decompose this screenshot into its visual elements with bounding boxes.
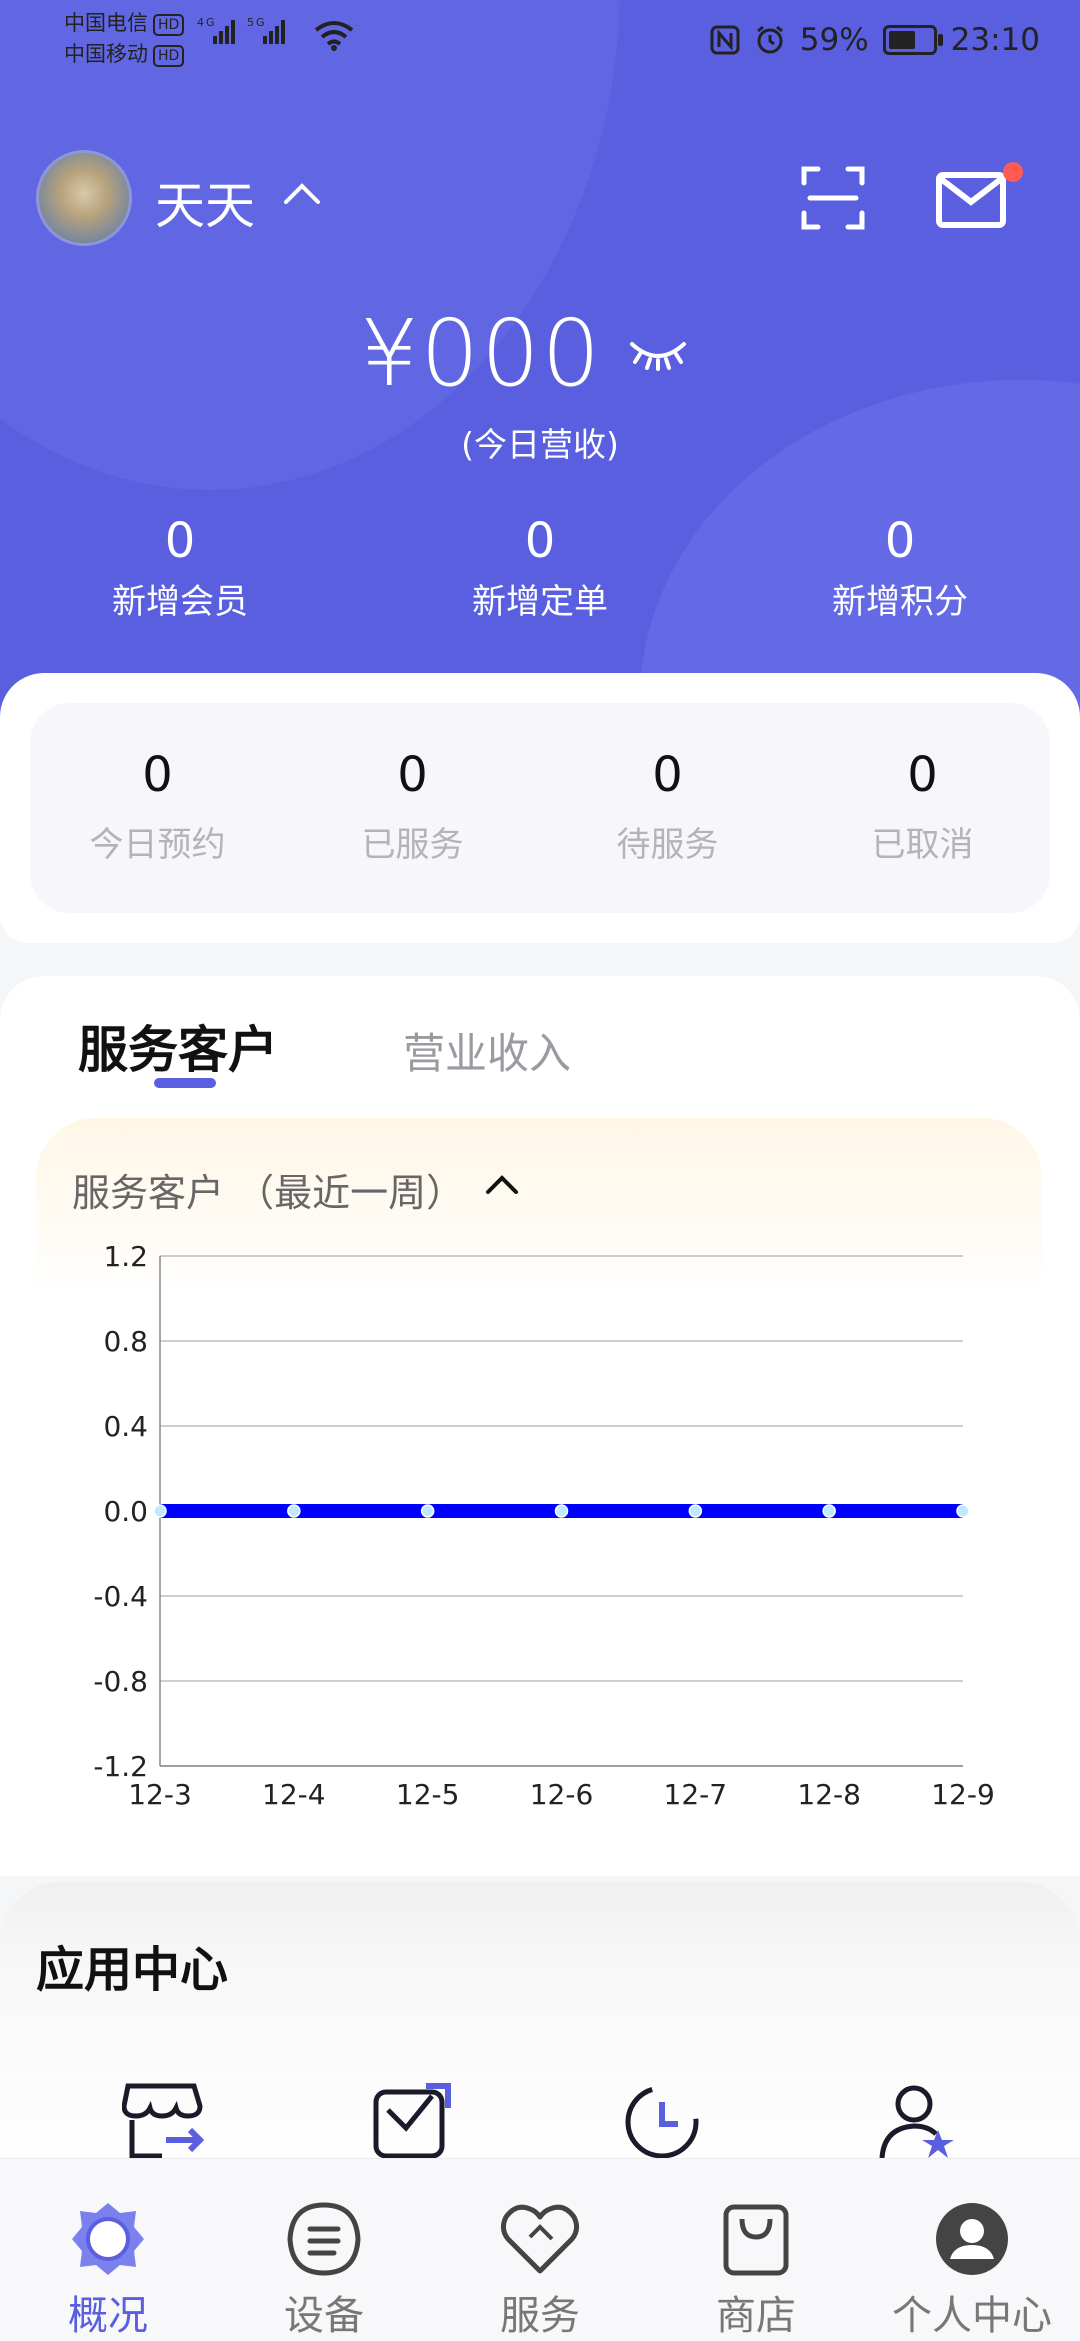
appointment-label: 待服务 — [616, 825, 719, 865]
appointment-served[interactable]: 0 已服务 — [285, 703, 540, 913]
x-tick-label: 12-9 — [931, 1778, 995, 1811]
y-tick-label: -0.4 — [93, 1580, 148, 1613]
wifi-icon — [312, 18, 356, 56]
chevron-up-icon[interactable] — [282, 178, 322, 212]
x-tick-label: 12-8 — [797, 1778, 861, 1811]
x-tick-label: 12-3 — [128, 1778, 192, 1811]
overview-icon — [0, 2201, 216, 2277]
x-tick-label: 12-7 — [664, 1778, 728, 1811]
appointment-value: 0 — [142, 747, 173, 803]
data-point — [287, 1504, 301, 1518]
edit-box-icon[interactable] — [372, 2082, 452, 2164]
svg-text:4G: 4G — [197, 16, 217, 29]
nav-shop[interactable]: 商店 — [648, 2159, 864, 2341]
stat-new-orders[interactable]: 0 新增定单 — [390, 512, 690, 623]
nav-overview[interactable]: 概况 — [0, 2159, 216, 2341]
data-point — [822, 1504, 836, 1518]
tab-business-income[interactable]: 营业收入 — [403, 1020, 571, 1081]
chevron-up-icon[interactable] — [482, 1170, 522, 1204]
tab-service-customers[interactable]: 服务客户 — [78, 1010, 278, 1082]
status-right: 59% 23:10 — [710, 22, 1040, 58]
nav-label: 概况 — [68, 2293, 148, 2339]
scan-icon[interactable] — [800, 165, 866, 235]
store-exit-icon[interactable] — [121, 2082, 205, 2164]
nav-label: 个人中心 — [892, 2293, 1052, 2339]
y-tick-label: 1.2 — [103, 1240, 148, 1273]
app-center-title: 应用中心 — [36, 1942, 229, 1998]
y-tick-label: 0.0 — [103, 1495, 148, 1528]
stat-value: 0 — [884, 513, 916, 569]
hd-badge: HD — [153, 14, 185, 36]
stat-value: 0 — [164, 513, 196, 569]
nav-label: 服务 — [500, 2293, 580, 2339]
avatar[interactable] — [36, 150, 132, 246]
signal-icon: 4G 5G — [195, 14, 305, 55]
data-point — [420, 1504, 435, 1518]
bottom-nav: 概况 设备 服务 商店 个人中心 — [0, 2158, 1080, 2341]
carrier-1-label: 中国电信 — [64, 11, 148, 35]
shop-bag-icon — [648, 2201, 864, 2277]
carrier-1: 中国电信 HD — [64, 8, 185, 39]
nav-label: 商店 — [716, 2293, 796, 2339]
hd-badge: HD — [153, 45, 185, 67]
username[interactable]: 天天 — [155, 166, 255, 238]
x-tick-label: 12-5 — [396, 1778, 460, 1811]
nav-service[interactable]: 服务 — [432, 2159, 648, 2341]
chart-title[interactable]: 服务客户 （最近一周） — [72, 1162, 464, 1217]
stat-label: 新增会员 — [112, 582, 248, 622]
eye-closed-icon[interactable] — [628, 336, 688, 380]
battery-percent: 59% — [799, 22, 869, 58]
y-tick-label: 0.4 — [103, 1410, 148, 1443]
tab-indicator — [154, 1078, 216, 1088]
appointment-today[interactable]: 0 今日预约 — [30, 703, 285, 913]
y-tick-label: -0.8 — [93, 1665, 148, 1698]
line-chart: 1.20.80.40.0-0.4-0.8-1.212-3 12-4 12-5 12-6… — [93, 1240, 995, 1811]
carrier-2: 中国移动 HD — [64, 39, 185, 70]
carrier-2-label: 中国移动 — [64, 42, 148, 66]
data-point — [688, 1504, 703, 1518]
notification-badge — [1003, 162, 1023, 182]
heart-icon — [432, 2201, 648, 2277]
x-tick-label: 12-4 — [262, 1778, 326, 1811]
svg-text:5G: 5G — [247, 16, 267, 29]
appointment-card: 0 今日预约 0 已服务 0 待服务 0 已取消 — [0, 673, 1080, 943]
stat-value: 0 — [524, 513, 556, 569]
stat-new-points[interactable]: 0 新增积分 — [750, 512, 1050, 623]
profile-icon — [864, 2201, 1080, 2277]
user-star-icon[interactable] — [876, 2082, 960, 2164]
revenue-amount: ¥000 — [360, 300, 603, 407]
appointment-stats: 0 今日预约 0 已服务 0 待服务 0 已取消 — [30, 703, 1050, 913]
appointment-value: 0 — [907, 747, 938, 803]
clock-time: 23:10 — [950, 22, 1040, 58]
nav-label: 设备 — [284, 2293, 364, 2339]
nfc-icon — [710, 25, 740, 55]
revenue-label: (今日营收) — [461, 425, 619, 464]
appointment-value: 0 — [397, 747, 428, 803]
device-icon — [216, 2201, 432, 2277]
data-point — [153, 1504, 167, 1518]
status-bar: 中国电信 HD 中国移动 HD 4G 5G 59% 23:10 — [0, 8, 1080, 80]
stat-label: 新增积分 — [832, 582, 968, 622]
data-point — [956, 1504, 970, 1518]
battery-icon — [882, 25, 943, 55]
x-tick-label: 12-6 — [530, 1778, 594, 1811]
nav-profile[interactable]: 个人中心 — [864, 2159, 1080, 2341]
stat-new-members[interactable]: 0 新增会员 — [30, 512, 330, 623]
data-point — [554, 1504, 569, 1518]
stat-label: 新增定单 — [472, 582, 608, 622]
appointment-label: 今日预约 — [89, 825, 226, 865]
appointment-label: 已取消 — [871, 825, 974, 865]
alarm-icon — [756, 25, 783, 54]
clock-icon[interactable] — [622, 2082, 704, 2164]
nav-device[interactable]: 设备 — [216, 2159, 432, 2341]
appointment-label: 已服务 — [361, 825, 464, 865]
appointment-value: 0 — [652, 747, 683, 803]
mail-icon[interactable] — [936, 172, 1006, 232]
y-tick-label: 0.8 — [103, 1325, 148, 1358]
appointment-pending[interactable]: 0 待服务 — [540, 703, 795, 913]
appointment-cancelled[interactable]: 0 已取消 — [795, 703, 1050, 913]
